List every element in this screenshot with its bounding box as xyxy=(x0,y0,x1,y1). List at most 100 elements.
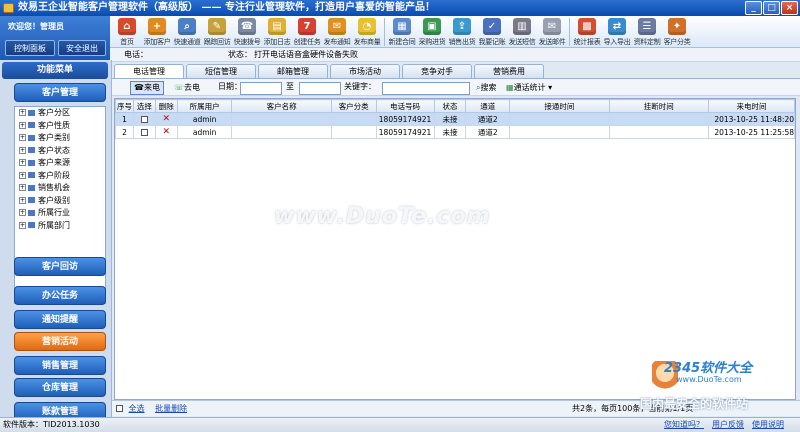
toolbar-item-chat[interactable]: ◔ 发布商量 xyxy=(352,16,382,48)
sidebar-button[interactable]: 销售管理 xyxy=(14,356,106,375)
toolbar-item-contract[interactable]: ▦ 新建合同 xyxy=(387,16,417,48)
empty-cell xyxy=(708,152,794,165)
empty-cell xyxy=(376,178,434,191)
column-header[interactable]: 客户名称 xyxy=(231,99,332,113)
toolbar-item-search[interactable]: ⌕ 快速通道 xyxy=(172,16,202,48)
help-link[interactable]: 使用说明 xyxy=(752,418,784,432)
sidebar-button[interactable]: 办公任务 xyxy=(14,286,106,305)
column-header[interactable]: 删除 xyxy=(154,99,178,113)
tab-item[interactable]: 竞争对手 xyxy=(402,64,472,78)
tree-item[interactable]: + 客户类别 xyxy=(15,132,105,145)
expand-icon[interactable]: + xyxy=(19,146,26,154)
sidebar-button[interactable]: 客户回访 xyxy=(14,257,106,276)
tree-item[interactable]: + 所属行业 xyxy=(15,207,105,220)
toolbar-item-report[interactable]: ▩ 统计报表 xyxy=(572,16,602,48)
table-row[interactable]: 1 ✕ admin 18059174921 未接 通道2 2013-10-25 11:48:… xyxy=(115,112,796,126)
batch-delete-link[interactable]: 批量删除 xyxy=(155,404,187,413)
search-button[interactable]: ⌕搜索 xyxy=(472,81,500,95)
toolbar-item-notice[interactable]: ✉ 发布通知 xyxy=(322,16,352,48)
expand-icon[interactable]: + xyxy=(19,134,26,141)
column-header[interactable]: 通道 xyxy=(465,99,511,113)
row-checkbox[interactable] xyxy=(140,116,148,123)
expand-icon[interactable]: + xyxy=(19,171,26,179)
incoming-call-button[interactable]: ☎来电 xyxy=(130,81,164,95)
select-all-checkbox[interactable] xyxy=(116,405,123,412)
stats-icon: ▦ xyxy=(506,83,514,92)
tree-item[interactable]: + 所属部门 xyxy=(15,220,105,233)
tree-item[interactable]: + 客户阶段 xyxy=(15,170,105,183)
tree-item[interactable]: + 客户来源 xyxy=(15,157,105,170)
toolbar-item-import-export[interactable]: ⇄ 导入导出 xyxy=(602,16,632,48)
call-stats-button[interactable]: ▦通话统计 ▾ xyxy=(502,81,556,95)
sidebar-customer-management[interactable]: 客户管理 xyxy=(14,83,106,102)
tree-item[interactable]: + 客户状态 xyxy=(15,145,105,158)
column-header[interactable]: 来电时间 xyxy=(707,99,796,113)
expand-icon[interactable]: + xyxy=(19,196,26,204)
knowhow-link[interactable]: 您知道吗？ xyxy=(664,418,704,432)
column-header[interactable]: 接通时间 xyxy=(509,99,610,113)
expand-icon[interactable]: + xyxy=(19,109,26,116)
control-panel-button[interactable]: 控制面板 xyxy=(5,40,55,56)
empty-cell xyxy=(331,243,376,256)
mail-icon: ✉ xyxy=(543,18,561,35)
expand-icon[interactable]: + xyxy=(19,159,26,166)
column-header[interactable]: 客户分类 xyxy=(330,99,377,113)
toolbar-separator xyxy=(569,18,570,46)
empty-cell xyxy=(434,373,466,386)
row-checkbox[interactable] xyxy=(140,129,148,136)
column-header[interactable]: 所属用户 xyxy=(176,99,233,113)
expand-icon[interactable]: + xyxy=(19,184,26,191)
toolbar-item-sales[interactable]: ⇪ 销售出货 xyxy=(447,16,477,48)
toolbar-item-followup[interactable]: ✎ 跟踪回访 xyxy=(202,16,232,48)
tree-item[interactable]: + 客户级别 xyxy=(15,195,105,208)
table-row[interactable]: 2 ✕ admin 18059174921 未接 通道2 2013-10-25 11:25:… xyxy=(115,125,796,139)
expand-icon[interactable]: + xyxy=(19,121,26,129)
column-header[interactable]: 序号 xyxy=(115,99,134,113)
toolbar-item-add-customer[interactable]: + 添加客户 xyxy=(142,16,172,48)
table-cell: 未接 xyxy=(433,125,467,139)
column-header[interactable]: 选择 xyxy=(132,99,156,113)
toolbar-item-mail[interactable]: ✉ 发送邮件 xyxy=(537,16,567,48)
outgoing-call-button[interactable]: ☏去电 xyxy=(170,81,204,95)
date-end-input[interactable] xyxy=(299,82,341,95)
toolbar-item-category[interactable]: ✦ 客户分类 xyxy=(662,16,692,48)
tab-item[interactable]: 短信管理 xyxy=(186,64,256,78)
column-header[interactable]: 状态 xyxy=(433,99,467,113)
folder-icon xyxy=(28,122,35,128)
toolbar-item-home[interactable]: ⌂ 首页 xyxy=(112,16,142,48)
tree-item[interactable]: + 客户性质 xyxy=(15,120,105,133)
toolbar-item-log[interactable]: ▤ 添加日志 xyxy=(262,16,292,48)
sidebar-button[interactable]: 营销活动 xyxy=(14,332,106,351)
tab-item[interactable]: 市场活动 xyxy=(330,64,400,78)
date-start-input[interactable] xyxy=(240,82,282,95)
tab-item[interactable]: 邮箱管理 xyxy=(258,64,328,78)
expand-icon[interactable]: + xyxy=(19,221,26,229)
empty-cell xyxy=(177,204,232,217)
empty-cell xyxy=(133,178,155,191)
close-button[interactable]: × xyxy=(781,1,798,15)
tab-item[interactable]: 营销费用 xyxy=(474,64,544,78)
column-header[interactable]: 电话号码 xyxy=(375,99,435,113)
logout-button[interactable]: 安全退出 xyxy=(58,40,106,56)
sidebar-button[interactable]: 仓库管理 xyxy=(14,378,106,397)
toolbar-item-dial[interactable]: ☎ 快速拨号 xyxy=(232,16,262,48)
delete-icon[interactable]: ✕ xyxy=(162,127,170,137)
column-header[interactable]: 挂断时间 xyxy=(608,99,709,113)
minimize-button[interactable]: _ xyxy=(745,1,762,15)
delete-icon[interactable]: ✕ xyxy=(162,114,170,124)
feedback-link[interactable]: 用户反馈 xyxy=(712,418,744,432)
expand-icon[interactable]: + xyxy=(19,209,26,216)
toolbar-item-account[interactable]: ✓ 我要记账 xyxy=(477,16,507,48)
tab-item[interactable]: 电话管理 xyxy=(114,64,184,78)
tree-item[interactable]: + 销售机会 xyxy=(15,182,105,195)
keyword-input[interactable] xyxy=(382,82,470,95)
toolbar-item-custom[interactable]: ☰ 资料定制 xyxy=(632,16,662,48)
sidebar-button[interactable]: 通知提醒 xyxy=(14,310,106,329)
toolbar-item-purchase[interactable]: ▣ 采购进货 xyxy=(417,16,447,48)
toolbar-item-calendar[interactable]: 7 创建任务 xyxy=(292,16,322,48)
select-all-link[interactable]: 全选 xyxy=(129,404,145,413)
toolbar-item-sms[interactable]: ▥ 发送短信 xyxy=(507,16,537,48)
tree-item[interactable]: + 客户分区 xyxy=(15,107,105,120)
add-customer-icon: + xyxy=(148,18,166,35)
maximize-button[interactable]: □ xyxy=(763,1,780,15)
